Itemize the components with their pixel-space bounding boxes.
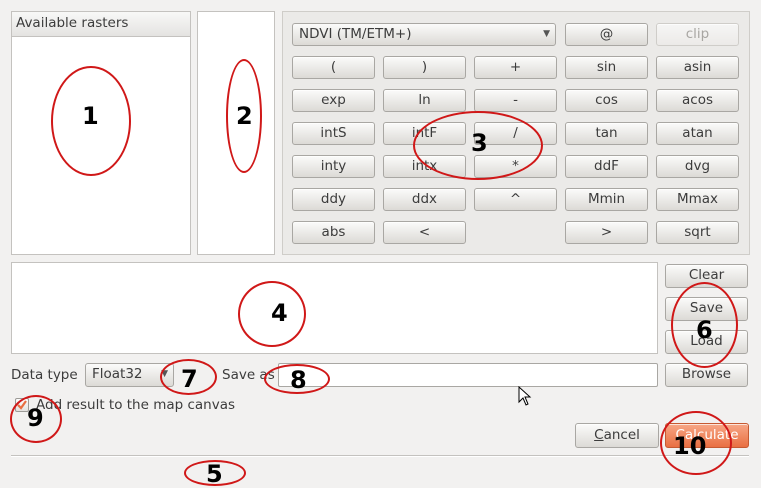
sqrt-button[interactable]: sqrt (656, 221, 739, 244)
data-type-value: Float32 (92, 366, 143, 382)
annotation-number-1: 1 (82, 102, 99, 130)
annotation-number-7: 7 (181, 365, 198, 393)
annotation-number-8: 8 (290, 366, 307, 394)
ddF-button[interactable]: ddF (565, 155, 648, 178)
Mmin-button[interactable]: Mmin (565, 188, 648, 211)
operator-list-panel[interactable] (197, 11, 275, 255)
ln-button[interactable]: ln (383, 89, 466, 112)
add-result-label: Add result to the map canvas (36, 397, 236, 413)
annotation-number-5: 5 (206, 460, 223, 488)
minus-button[interactable]: - (474, 89, 557, 112)
layer-combo-value: NDVI (TM/ETM+) (299, 26, 412, 42)
exp-button[interactable]: exp (292, 89, 375, 112)
sin-button[interactable]: sin (565, 56, 648, 79)
greater-than-button[interactable]: > (565, 221, 648, 244)
data-type-label: Data type (11, 367, 78, 383)
open-paren-button[interactable]: ( (292, 56, 375, 79)
progress-bar (11, 455, 749, 457)
power-button[interactable]: ^ (474, 188, 557, 211)
available-rasters-header: Available rasters (12, 12, 190, 37)
annotation-number-2: 2 (236, 102, 253, 130)
intS-button[interactable]: intS (292, 122, 375, 145)
ddy-button[interactable]: ddy (292, 188, 375, 211)
acos-button[interactable]: acos (656, 89, 739, 112)
browse-button[interactable]: Browse (665, 363, 748, 387)
annotation-number-6: 6 (696, 316, 713, 344)
plus-button[interactable]: + (474, 56, 557, 79)
dvg-button[interactable]: dvg (656, 155, 739, 178)
cancel-button[interactable]: Cancel (575, 423, 659, 448)
expression-editor[interactable] (11, 262, 658, 354)
save-as-label: Save as (222, 367, 275, 383)
annotation-number-3: 3 (471, 129, 488, 157)
clip-button[interactable]: clip (656, 23, 739, 46)
close-paren-button[interactable]: ) (383, 56, 466, 79)
chevron-down-icon: ▼ (543, 29, 550, 39)
cancel-button-label: Cancel (594, 427, 640, 443)
abs-button[interactable]: abs (292, 221, 375, 244)
available-rasters-panel[interactable] (11, 11, 191, 255)
multiply-button[interactable]: * (474, 155, 557, 178)
data-type-combo[interactable]: Float32 ▼ (85, 363, 174, 387)
save-as-input[interactable] (278, 363, 658, 387)
layer-combo[interactable]: NDVI (TM/ETM+) ▼ (292, 23, 556, 46)
intx-button[interactable]: intx (383, 155, 466, 178)
Mmax-button[interactable]: Mmax (656, 188, 739, 211)
ddx-button[interactable]: ddx (383, 188, 466, 211)
annotation-number-10: 10 (673, 432, 707, 460)
annotation-number-9: 9 (27, 404, 44, 432)
less-than-button[interactable]: < (383, 221, 466, 244)
atan-button[interactable]: atan (656, 122, 739, 145)
asin-button[interactable]: asin (656, 56, 739, 79)
tan-button[interactable]: tan (565, 122, 648, 145)
annotation-number-4: 4 (271, 299, 288, 327)
clear-button[interactable]: Clear (665, 264, 748, 288)
mouse-pointer-icon (518, 386, 532, 406)
inty-button[interactable]: inty (292, 155, 375, 178)
intF-button[interactable]: intF (383, 122, 466, 145)
chevron-down-icon: ▼ (161, 369, 168, 379)
cos-button[interactable]: cos (565, 89, 648, 112)
at-button[interactable]: @ (565, 23, 648, 46)
